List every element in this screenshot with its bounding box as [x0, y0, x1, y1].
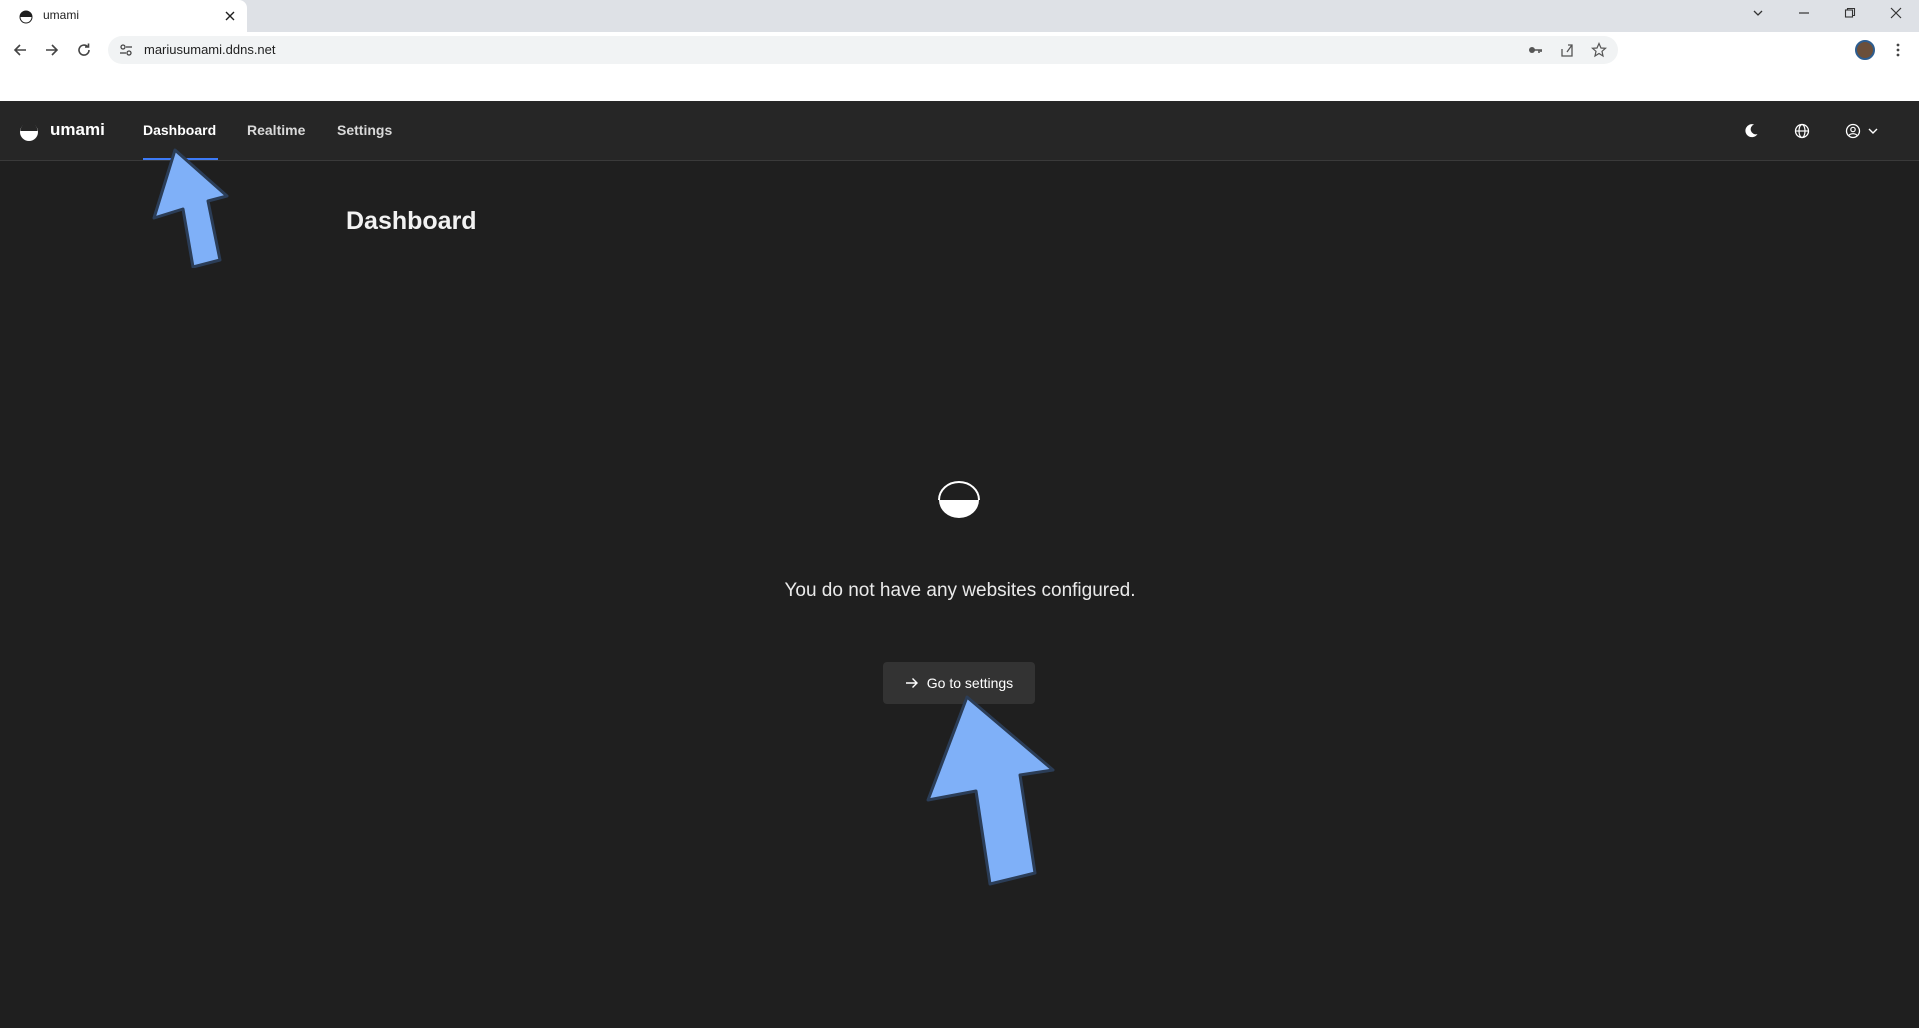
user-icon[interactable] [1843, 121, 1863, 141]
brand-name[interactable]: umami [50, 120, 105, 140]
minimize-icon[interactable] [1789, 2, 1819, 24]
restore-icon[interactable] [1835, 2, 1865, 24]
bookmark-star-icon[interactable] [1590, 41, 1608, 59]
share-icon[interactable] [1558, 41, 1576, 59]
chevron-down-icon[interactable] [1863, 121, 1883, 141]
globe-icon[interactable] [1792, 121, 1812, 141]
bookmarks-bar-area [0, 68, 1919, 101]
tab-search-chevron-icon[interactable] [1743, 2, 1773, 24]
reload-icon[interactable] [72, 38, 96, 62]
app-header: umami Dashboard Realtime Settings [0, 101, 1919, 161]
umami-favicon-icon [19, 10, 33, 24]
tab-title: umami [43, 8, 80, 22]
close-window-icon[interactable] [1881, 2, 1911, 24]
page-title: Dashboard [346, 207, 477, 235]
profile-avatar[interactable] [1855, 40, 1875, 60]
umami-empty-logo-icon [938, 481, 980, 518]
site-info-icon[interactable] [118, 42, 134, 58]
empty-state-message: You do not have any websites configured. [784, 580, 1136, 601]
nav-dashboard[interactable]: Dashboard [143, 122, 216, 138]
forward-icon[interactable] [40, 38, 64, 62]
arrow-right-icon [905, 678, 918, 688]
key-icon[interactable] [1526, 41, 1544, 59]
annotation-arrow-icon [926, 695, 1055, 886]
annotation-arrow-icon [152, 148, 229, 268]
go-to-settings-button[interactable]: Go to settings [883, 662, 1035, 704]
back-icon[interactable] [8, 38, 32, 62]
browser-tab-bar: umami [0, 0, 1919, 32]
nav-settings[interactable]: Settings [337, 122, 392, 138]
tab-close-icon[interactable] [222, 8, 238, 24]
browser-tab[interactable]: umami [0, 0, 247, 32]
nav-realtime[interactable]: Realtime [247, 122, 305, 138]
address-bar[interactable]: mariusumami.ddns.net [108, 36, 1618, 64]
menu-kebab-icon[interactable] [1888, 40, 1908, 60]
moon-icon[interactable] [1741, 121, 1761, 141]
browser-toolbar: mariusumami.ddns.net [0, 32, 1919, 68]
go-to-settings-label: Go to settings [926, 675, 1014, 691]
umami-logo-icon[interactable] [19, 122, 39, 142]
active-nav-indicator [143, 158, 218, 160]
url-text: mariusumami.ddns.net [144, 42, 276, 57]
